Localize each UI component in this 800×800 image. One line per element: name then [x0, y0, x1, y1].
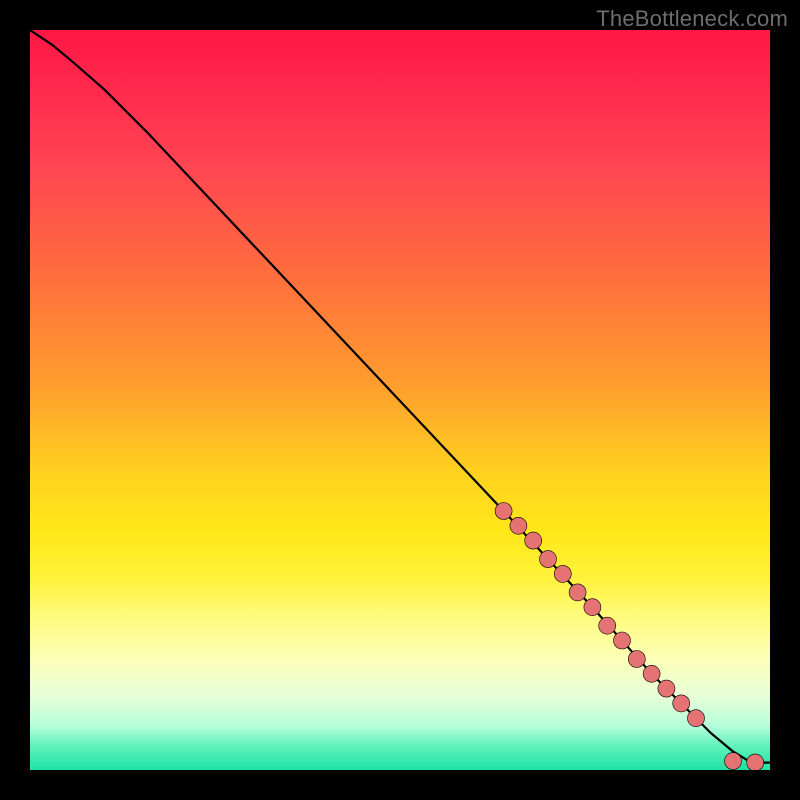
- marker-dot: [725, 753, 742, 770]
- marker-dot: [525, 532, 542, 549]
- marker-dot: [673, 695, 690, 712]
- marker-dot: [584, 599, 601, 616]
- marker-dot: [540, 551, 557, 568]
- marker-dot: [643, 665, 660, 682]
- marker-dot: [510, 517, 527, 534]
- marker-dot: [628, 651, 645, 668]
- plot-area: [30, 30, 770, 770]
- marker-dot: [747, 754, 764, 770]
- marker-dot: [599, 617, 616, 634]
- marker-dot: [569, 584, 586, 601]
- marker-dot: [688, 710, 705, 727]
- chart-svg: [30, 30, 770, 770]
- marker-group: [495, 503, 764, 771]
- marker-dot: [554, 565, 571, 582]
- marker-dot: [658, 680, 675, 697]
- watermark-text: TheBottleneck.com: [596, 6, 788, 32]
- marker-dot: [495, 503, 512, 520]
- curve-line: [30, 30, 770, 763]
- marker-dot: [614, 632, 631, 649]
- chart-frame: TheBottleneck.com: [0, 0, 800, 800]
